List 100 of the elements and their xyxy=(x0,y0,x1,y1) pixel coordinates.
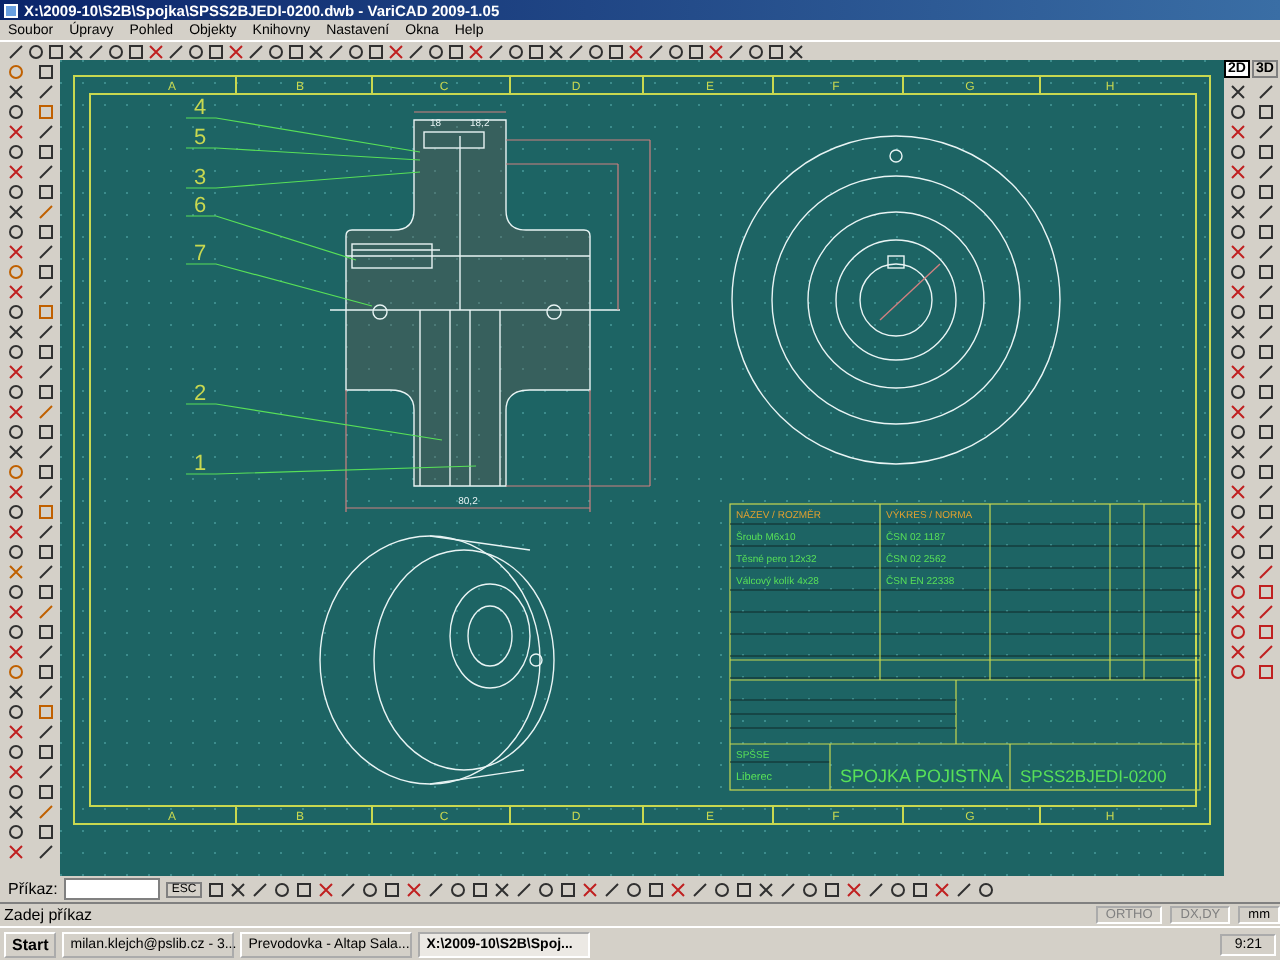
line-icon[interactable] xyxy=(604,881,621,897)
cross-icon[interactable] xyxy=(230,881,247,897)
line-icon[interactable] xyxy=(252,881,269,897)
line-icon[interactable] xyxy=(488,43,504,59)
square-icon[interactable] xyxy=(37,544,53,560)
square-icon[interactable] xyxy=(472,881,489,897)
square-icon[interactable] xyxy=(448,43,464,59)
circle-icon[interactable] xyxy=(7,424,23,440)
circle-icon[interactable] xyxy=(28,43,44,59)
line-icon[interactable] xyxy=(1258,484,1274,500)
circle-icon[interactable] xyxy=(7,504,23,520)
square-icon[interactable] xyxy=(1258,264,1274,280)
square-icon[interactable] xyxy=(384,881,401,897)
square-icon[interactable] xyxy=(1258,184,1274,200)
line-icon[interactable] xyxy=(648,43,664,59)
square-icon[interactable] xyxy=(128,43,144,59)
square-icon[interactable] xyxy=(824,881,841,897)
line-icon[interactable] xyxy=(37,724,53,740)
line-icon[interactable] xyxy=(692,881,709,897)
cross-icon[interactable] xyxy=(788,43,804,59)
circle-icon[interactable] xyxy=(362,881,379,897)
cross-icon[interactable] xyxy=(68,43,84,59)
circle-icon[interactable] xyxy=(1230,464,1246,480)
square-icon[interactable] xyxy=(48,43,64,59)
circle-icon[interactable] xyxy=(714,881,731,897)
square-icon[interactable] xyxy=(37,464,53,480)
command-field[interactable] xyxy=(63,878,160,900)
line-icon[interactable] xyxy=(37,564,53,580)
circle-icon[interactable] xyxy=(1230,304,1246,320)
line-icon[interactable] xyxy=(37,324,53,340)
line-icon[interactable] xyxy=(248,43,264,59)
circle-icon[interactable] xyxy=(1230,144,1246,160)
cross-icon[interactable] xyxy=(7,84,23,100)
circle-icon[interactable] xyxy=(1230,344,1246,360)
cross-icon[interactable] xyxy=(318,881,335,897)
cross-icon[interactable] xyxy=(7,684,23,700)
square-icon[interactable] xyxy=(608,43,624,59)
square-icon[interactable] xyxy=(37,424,53,440)
square-icon[interactable] xyxy=(37,744,53,760)
line-icon[interactable] xyxy=(1258,164,1274,180)
line-icon[interactable] xyxy=(428,881,445,897)
line-icon[interactable] xyxy=(1258,444,1274,460)
square-icon[interactable] xyxy=(37,184,53,200)
circle-icon[interactable] xyxy=(508,43,524,59)
square-icon[interactable] xyxy=(368,43,384,59)
circle-icon[interactable] xyxy=(7,784,23,800)
cross-icon[interactable] xyxy=(846,881,863,897)
square-icon[interactable] xyxy=(37,624,53,640)
circle-icon[interactable] xyxy=(748,43,764,59)
cross-icon[interactable] xyxy=(708,43,724,59)
square-icon[interactable] xyxy=(560,881,577,897)
square-icon[interactable] xyxy=(37,584,53,600)
line-icon[interactable] xyxy=(1258,284,1274,300)
line-icon[interactable] xyxy=(1258,324,1274,340)
cross-icon[interactable] xyxy=(1230,364,1246,380)
cross-icon[interactable] xyxy=(1230,404,1246,420)
circle-icon[interactable] xyxy=(7,304,23,320)
cross-icon[interactable] xyxy=(228,43,244,59)
circle-icon[interactable] xyxy=(274,881,291,897)
circle-icon[interactable] xyxy=(7,704,23,720)
cross-icon[interactable] xyxy=(7,244,23,260)
line-icon[interactable] xyxy=(1258,604,1274,620)
line-icon[interactable] xyxy=(780,881,797,897)
line-icon[interactable] xyxy=(568,43,584,59)
line-icon[interactable] xyxy=(37,84,53,100)
cross-icon[interactable] xyxy=(628,43,644,59)
cross-icon[interactable] xyxy=(582,881,599,897)
cross-icon[interactable] xyxy=(7,604,23,620)
cross-icon[interactable] xyxy=(934,881,951,897)
line-icon[interactable] xyxy=(37,644,53,660)
cross-icon[interactable] xyxy=(1230,524,1246,540)
line-icon[interactable] xyxy=(868,881,885,897)
square-icon[interactable] xyxy=(1258,344,1274,360)
line-icon[interactable] xyxy=(37,524,53,540)
square-icon[interactable] xyxy=(1258,224,1274,240)
square-icon[interactable] xyxy=(37,824,53,840)
line-icon[interactable] xyxy=(956,881,973,897)
circle-icon[interactable] xyxy=(428,43,444,59)
cross-icon[interactable] xyxy=(7,204,23,220)
circle-icon[interactable] xyxy=(1230,424,1246,440)
cross-icon[interactable] xyxy=(7,524,23,540)
cross-icon[interactable] xyxy=(7,484,23,500)
cross-icon[interactable] xyxy=(7,724,23,740)
line-icon[interactable] xyxy=(168,43,184,59)
square-icon[interactable] xyxy=(1258,544,1274,560)
cross-icon[interactable] xyxy=(1230,124,1246,140)
line-icon[interactable] xyxy=(408,43,424,59)
cross-icon[interactable] xyxy=(1230,644,1246,660)
circle-icon[interactable] xyxy=(1230,104,1246,120)
square-icon[interactable] xyxy=(288,43,304,59)
line-icon[interactable] xyxy=(328,43,344,59)
square-icon[interactable] xyxy=(37,264,53,280)
square-icon[interactable] xyxy=(296,881,313,897)
line-icon[interactable] xyxy=(1258,204,1274,220)
square-icon[interactable] xyxy=(1258,304,1274,320)
cross-icon[interactable] xyxy=(1230,324,1246,340)
cross-icon[interactable] xyxy=(1230,284,1246,300)
circle-icon[interactable] xyxy=(1230,264,1246,280)
cross-icon[interactable] xyxy=(308,43,324,59)
circle-icon[interactable] xyxy=(1230,664,1246,680)
